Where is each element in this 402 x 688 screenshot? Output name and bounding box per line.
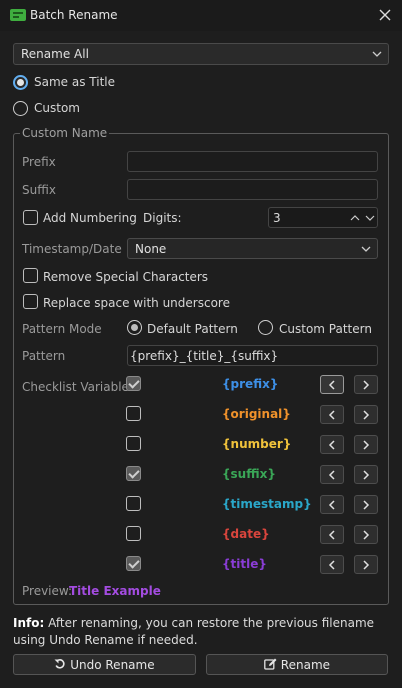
preview-label: Preview: xyxy=(22,584,73,598)
digits-value: 3 xyxy=(273,211,281,225)
rename-mode-value: Rename All xyxy=(21,47,89,61)
move-right-button[interactable] xyxy=(354,495,378,514)
variable-name: {title} xyxy=(222,557,267,571)
digits-spinbox[interactable]: 3 xyxy=(268,207,378,228)
digits-label: Digits: xyxy=(143,211,182,225)
remove-special-label: Remove Special Characters xyxy=(43,270,209,284)
chevron-down-icon xyxy=(361,246,371,252)
close-icon xyxy=(379,9,391,21)
move-right-button[interactable] xyxy=(354,435,378,454)
move-right-button[interactable] xyxy=(354,525,378,544)
timestamp-value: None xyxy=(135,242,167,256)
variable-name: {timestamp} xyxy=(222,497,312,511)
rename-button[interactable]: Rename xyxy=(206,654,388,675)
chevron-left-icon xyxy=(328,470,335,480)
chevron-right-icon xyxy=(363,560,370,570)
prefix-label: Prefix xyxy=(22,155,56,169)
spin-down-icon[interactable] xyxy=(365,214,375,222)
chevron-left-icon xyxy=(328,380,335,390)
rename-label: Rename xyxy=(280,658,331,672)
timestamp-label: Timestamp/Date xyxy=(22,242,122,256)
add-numbering-checkbox[interactable] xyxy=(23,210,38,225)
replace-space-checkbox[interactable] xyxy=(23,294,38,309)
pattern-mode-label: Pattern Mode xyxy=(22,322,102,336)
undo-rename-button[interactable]: Undo Rename xyxy=(13,654,196,675)
default-pattern-label: Default Pattern xyxy=(147,322,238,336)
variable-checkbox[interactable] xyxy=(126,466,141,481)
move-left-button[interactable] xyxy=(320,525,344,544)
chevron-left-icon xyxy=(328,560,335,570)
pattern-label: Pattern xyxy=(22,349,66,363)
chevron-right-icon xyxy=(363,410,370,420)
move-left-button[interactable] xyxy=(320,465,344,484)
chevron-right-icon xyxy=(363,530,370,540)
custom-pattern-label: Custom Pattern xyxy=(279,322,372,336)
same-as-title-label: Same as Title xyxy=(34,75,115,89)
suffix-input[interactable] xyxy=(127,179,378,200)
move-left-button[interactable] xyxy=(320,435,344,454)
chevron-right-icon xyxy=(363,470,370,480)
info-text: Info: After renaming, you can restore th… xyxy=(13,615,393,649)
custom-radio[interactable] xyxy=(13,101,28,116)
remove-special-checkbox[interactable] xyxy=(23,268,38,283)
custom-name-group-title: Custom Name xyxy=(20,126,110,140)
edit-icon xyxy=(264,658,277,670)
undo-icon xyxy=(54,659,66,669)
custom-pattern-radio[interactable] xyxy=(258,320,273,335)
variable-checkbox[interactable] xyxy=(126,376,141,391)
variable-checkbox[interactable] xyxy=(126,556,141,571)
rename-mode-select[interactable]: Rename All xyxy=(13,43,389,65)
variable-checkbox[interactable] xyxy=(126,406,141,421)
close-button[interactable] xyxy=(374,4,396,26)
move-left-button[interactable] xyxy=(320,555,344,574)
spin-up-icon[interactable] xyxy=(350,214,360,222)
same-as-title-radio[interactable] xyxy=(13,75,28,90)
chevron-right-icon xyxy=(363,380,370,390)
variable-name: {date} xyxy=(222,527,270,541)
move-right-button[interactable] xyxy=(354,375,378,394)
timestamp-select[interactable]: None xyxy=(127,238,378,259)
variable-name: {suffix} xyxy=(222,467,276,481)
chevron-left-icon xyxy=(328,530,335,540)
chevron-down-icon xyxy=(372,51,382,57)
move-right-button[interactable] xyxy=(354,405,378,424)
title-bar: Batch Rename xyxy=(0,0,402,31)
undo-rename-label: Undo Rename xyxy=(70,658,155,672)
custom-label: Custom xyxy=(34,101,80,115)
add-numbering-label: Add Numbering xyxy=(43,211,137,225)
move-left-button[interactable] xyxy=(320,495,344,514)
checklist-variables-label: Checklist Variables xyxy=(22,380,136,394)
info-message: After renaming, you can restore the prev… xyxy=(13,616,375,647)
variable-checkbox[interactable] xyxy=(126,496,141,511)
chevron-left-icon xyxy=(328,440,335,450)
app-icon xyxy=(10,9,26,21)
variable-name: {number} xyxy=(222,437,292,451)
variable-checkbox[interactable] xyxy=(126,436,141,451)
suffix-label: Suffix xyxy=(22,183,56,197)
variable-name: {prefix} xyxy=(222,377,279,391)
window-title: Batch Rename xyxy=(30,8,118,22)
move-right-button[interactable] xyxy=(354,555,378,574)
variable-name: {original} xyxy=(222,407,291,421)
pattern-input[interactable]: {prefix}_{title}_{suffix} xyxy=(127,345,378,366)
chevron-left-icon xyxy=(328,500,335,510)
info-label: Info: xyxy=(13,616,45,630)
replace-space-label: Replace space with underscore xyxy=(43,296,230,310)
chevron-right-icon xyxy=(363,500,370,510)
move-left-button[interactable] xyxy=(320,375,344,394)
prefix-input[interactable] xyxy=(127,151,378,172)
chevron-right-icon xyxy=(363,440,370,450)
preview-value: Title Example xyxy=(69,584,161,598)
default-pattern-radio[interactable] xyxy=(127,320,142,335)
chevron-left-icon xyxy=(328,410,335,420)
move-right-button[interactable] xyxy=(354,465,378,484)
variable-checkbox[interactable] xyxy=(126,526,141,541)
pattern-value: {prefix}_{title}_{suffix} xyxy=(130,349,279,363)
move-left-button[interactable] xyxy=(320,405,344,424)
